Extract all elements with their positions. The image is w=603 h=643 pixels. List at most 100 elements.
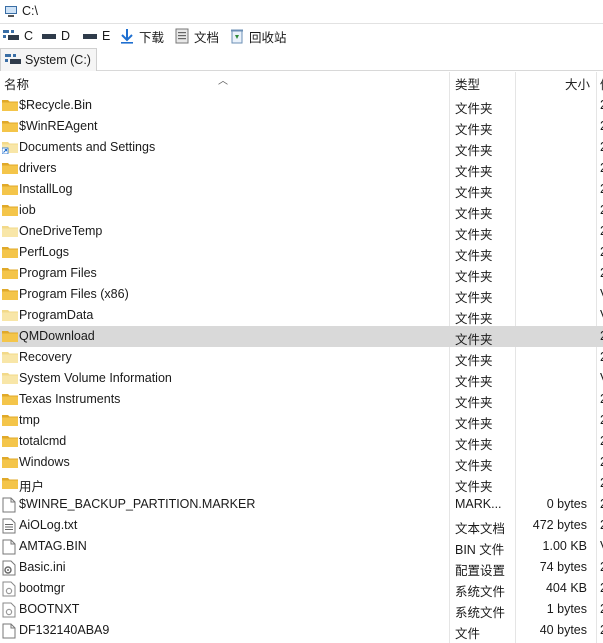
file-row[interactable]: ProgramData文件夹V: [0, 305, 603, 326]
file-name: Basic.ini: [19, 560, 66, 574]
file-name: System Volume Information: [19, 371, 172, 385]
file-row[interactable]: totalcmd文件夹2: [0, 431, 603, 452]
column-type[interactable]: 类型: [455, 72, 480, 94]
file-row[interactable]: $Recycle.Bin文件夹2: [0, 95, 603, 116]
folder-icon: [2, 224, 18, 239]
text-file-icon: [2, 518, 18, 534]
tab-label: System (C:): [25, 53, 91, 67]
file-size: 1.00 KB: [542, 539, 587, 553]
file-row[interactable]: Recovery文件夹2: [0, 347, 603, 368]
column-size[interactable]: 大小: [565, 72, 590, 94]
drive-button-c[interactable]: C: [3, 27, 33, 45]
file-row[interactable]: $WinREAgent文件夹2: [0, 116, 603, 137]
file-type: 文件夹: [455, 165, 493, 179]
folder-icon: [2, 308, 18, 323]
file-name: Texas Instruments: [19, 392, 121, 406]
folder-icon: [2, 455, 18, 470]
drive-label: C: [24, 29, 34, 43]
file-row[interactable]: InstallLog文件夹2: [0, 179, 603, 200]
file-icon: [2, 497, 18, 513]
drive-label: D: [61, 29, 71, 43]
file-name: AMTAG.BIN: [19, 539, 87, 553]
file-type: 文件夹: [455, 270, 493, 284]
column-name[interactable]: 名称: [4, 72, 29, 94]
file-icon: [2, 539, 18, 555]
file-row[interactable]: System Volume Information文件夹V: [0, 368, 603, 389]
file-row[interactable]: Documents and Settings文件夹2: [0, 137, 603, 158]
tab-system-c[interactable]: System (C:): [0, 48, 97, 71]
file-row[interactable]: iob文件夹2: [0, 200, 603, 221]
documents-shortcut[interactable]: 文档: [175, 27, 219, 45]
file-type: 文件夹: [455, 459, 493, 473]
file-row[interactable]: AiOLog.txt文本文档472 bytes2: [0, 515, 603, 536]
file-row[interactable]: OneDriveTemp文件夹2: [0, 221, 603, 242]
file-type: 文件夹: [455, 228, 493, 242]
file-type: 文本文档: [455, 522, 506, 536]
file-type: 文件夹: [455, 438, 493, 452]
folder-icon: [2, 392, 18, 407]
folder-icon: [2, 371, 18, 386]
file-icon: [2, 623, 18, 639]
file-type: 文件夹: [455, 102, 493, 116]
shortcut-label: 下载: [139, 30, 165, 45]
file-row[interactable]: $WINRE_BACKUP_PARTITION.MARKER MARK... 0 b…: [0, 494, 603, 515]
file-name: tmp: [19, 413, 40, 427]
file-row[interactable]: bootmgr系统文件404 KB2: [0, 578, 603, 599]
file-name: BOOTNXT: [19, 602, 80, 616]
folder-icon: [2, 287, 18, 302]
file-row[interactable]: Program Files (x86)文件夹V: [0, 284, 603, 305]
drive-button-e[interactable]: E: [83, 27, 110, 45]
path-bar[interactable]: C:\: [0, 0, 603, 24]
file-row[interactable]: Basic.ini配置设置74 bytes2: [0, 557, 603, 578]
file-row[interactable]: Texas Instruments文件夹2: [0, 389, 603, 410]
drive-icon: [42, 34, 56, 39]
file-row[interactable]: QMDownload文件夹2: [0, 326, 603, 347]
file-size: 1 bytes: [546, 602, 587, 616]
file-name: Recovery: [19, 350, 72, 364]
file-type: 文件夹: [455, 354, 493, 368]
drive-icon: [83, 34, 97, 39]
document-icon: [175, 28, 189, 44]
file-name: $Recycle.Bin: [19, 98, 92, 112]
file-name: PerfLogs: [19, 245, 70, 259]
file-row[interactable]: Windows文件夹2: [0, 452, 603, 473]
file-name: ProgramData: [19, 308, 94, 322]
download-arrow-icon: [121, 29, 133, 44]
file-row[interactable]: DF132140ABA9文件40 bytes2: [0, 620, 603, 641]
folder-icon: [2, 476, 18, 491]
file-row[interactable]: PerfLogs文件夹2: [0, 242, 603, 263]
recycle-bin-shortcut[interactable]: 回收站: [230, 27, 287, 45]
file-name: AiOLog.txt: [19, 518, 78, 532]
file-row[interactable]: 用户文件夹2: [0, 473, 603, 494]
file-type: 配置设置: [455, 564, 506, 578]
shortcut-label: 文档: [194, 30, 220, 45]
drive-button-d[interactable]: D: [42, 27, 70, 45]
drive-icon: [5, 54, 21, 64]
file-type: 系统文件: [455, 606, 506, 620]
file-type: 文件夹: [455, 312, 493, 326]
file-row[interactable]: AMTAG.BINBIN 文件1.00 KBV: [0, 536, 603, 557]
file-name: drivers: [19, 161, 57, 175]
file-size: 40 bytes: [539, 623, 587, 637]
file-type: 文件夹: [455, 249, 493, 263]
file-row[interactable]: Program Files文件夹2: [0, 263, 603, 284]
file-row[interactable]: tmp文件夹2: [0, 410, 603, 431]
file-name: Windows: [19, 455, 70, 469]
file-size: 472 bytes: [532, 518, 587, 532]
file-name: bootmgr: [19, 581, 65, 595]
folder-icon: [2, 161, 18, 176]
file-type: 文件夹: [455, 333, 493, 347]
file-size: 404 KB: [545, 581, 587, 595]
tab-row: System (C:): [0, 47, 603, 71]
file-type: 系统文件: [455, 585, 506, 599]
drive-icon: [3, 30, 19, 40]
file-type: 文件夹: [455, 480, 493, 494]
file-row[interactable]: drivers文件夹2: [0, 158, 603, 179]
downloads-shortcut[interactable]: 下载: [120, 27, 164, 45]
file-name: OneDriveTemp: [19, 224, 103, 238]
file-type: MARK...: [455, 497, 502, 511]
shortcut-label: 回收站: [249, 30, 287, 45]
current-path[interactable]: C:\: [22, 4, 38, 18]
file-name: InstallLog: [19, 182, 73, 196]
file-row[interactable]: BOOTNXT系统文件1 bytes2: [0, 599, 603, 620]
